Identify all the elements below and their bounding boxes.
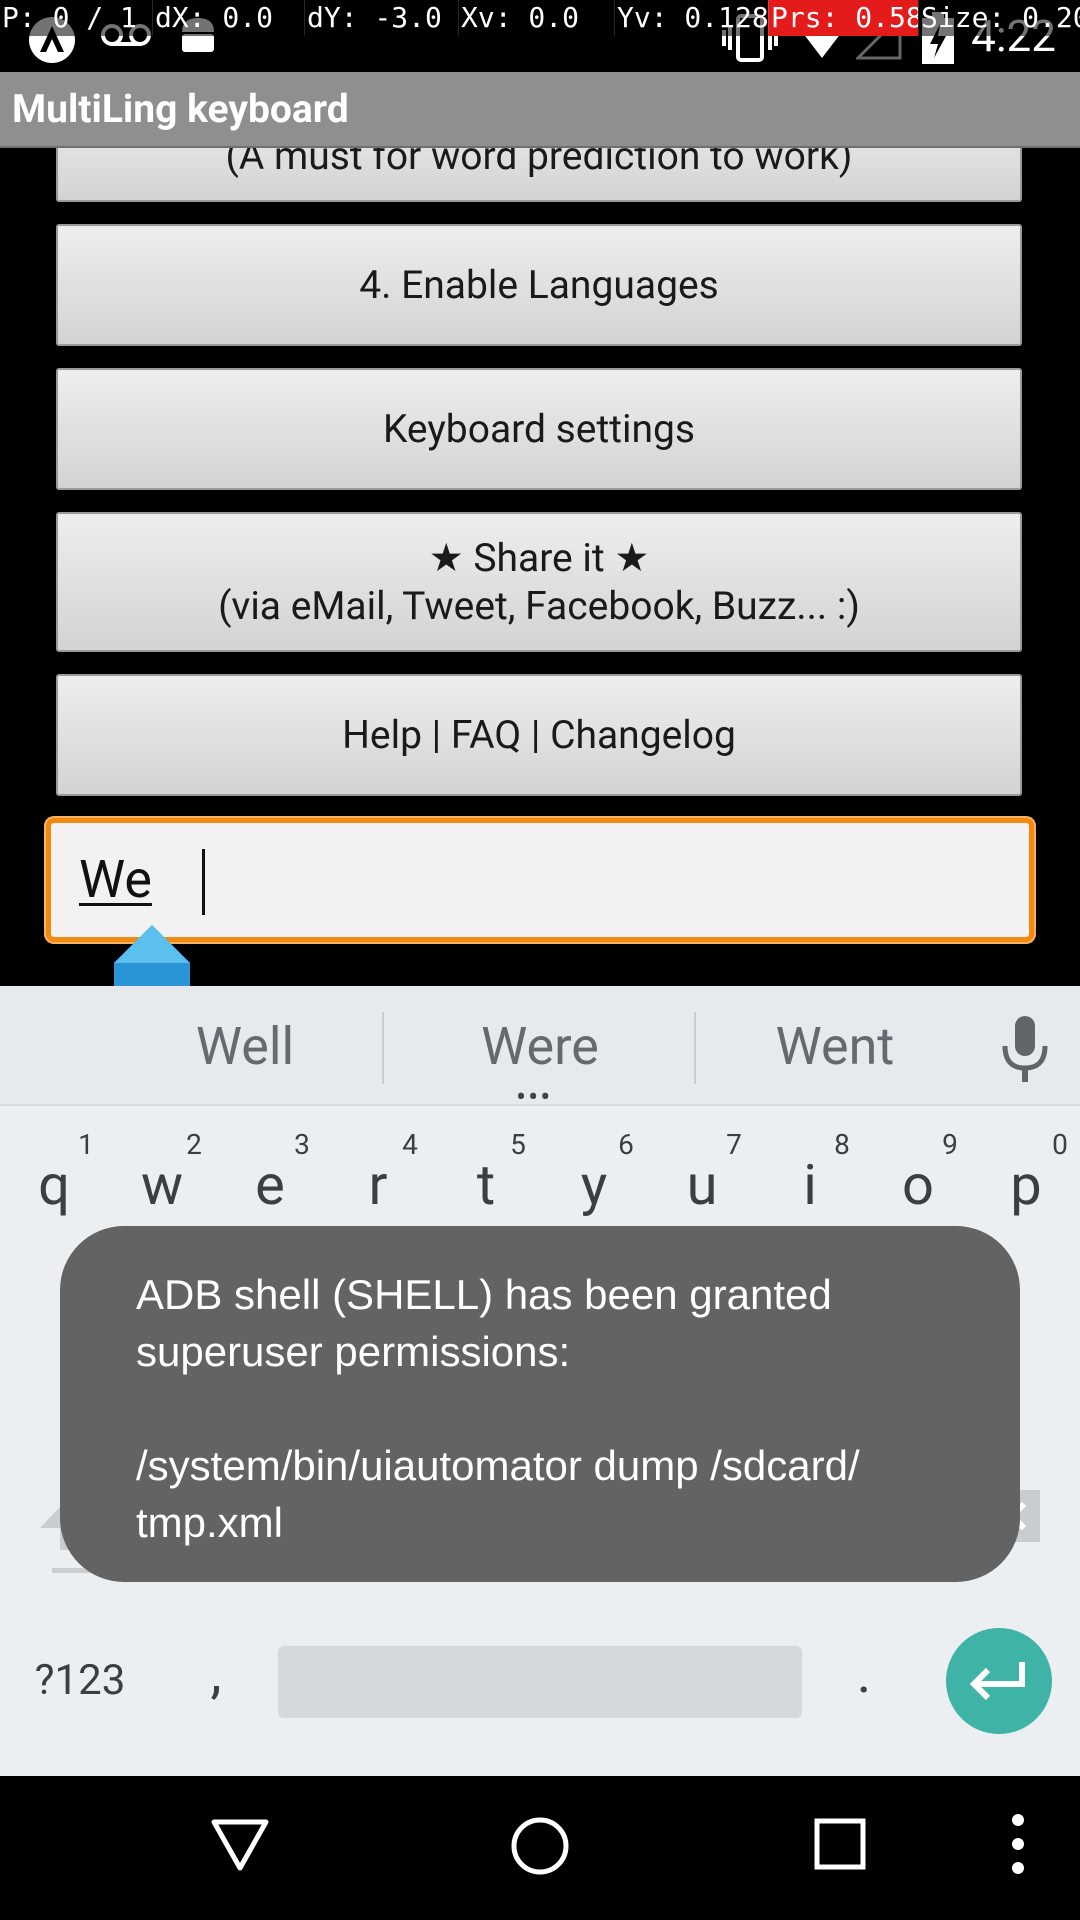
pointer-pressure: Prs: 0.58 <box>768 0 918 36</box>
toast-line-3: /system/bin/uiautomator dump /sdcard/ <box>136 1442 860 1489</box>
text-input[interactable]: We <box>46 818 1034 942</box>
suggestion-strip: Well Were Went ••• <box>0 986 1080 1113</box>
help-faq-button[interactable]: Help | FAQ | Changelog <box>56 674 1022 796</box>
pointer-size: Size: 0.20 <box>918 0 1080 36</box>
app-title: MultiLing keyboard <box>12 86 349 132</box>
pointer-count: P: 0 / 1 <box>2 1 137 34</box>
enable-languages-button[interactable]: 4. Enable Languages <box>56 224 1022 346</box>
key-period[interactable]: . <box>824 1640 904 1706</box>
enter-button[interactable] <box>946 1628 1052 1734</box>
home-icon[interactable] <box>510 1816 570 1876</box>
suggestion-divider <box>382 1012 384 1084</box>
text-input-value: We <box>79 849 152 910</box>
keyboard-settings-button[interactable]: Keyboard settings <box>56 368 1022 490</box>
share-label-line1: ★ Share it ★ <box>428 535 650 581</box>
key-r[interactable]: r <box>338 1152 418 1218</box>
pointer-dy: dY: -3.0 <box>304 0 458 36</box>
enable-languages-label: 4. Enable Languages <box>359 262 719 308</box>
suggestion-3[interactable]: Went <box>730 1016 940 1077</box>
keyboard-settings-label: Keyboard settings <box>382 406 696 452</box>
enter-icon <box>969 1662 1025 1701</box>
spacebar[interactable] <box>278 1646 802 1718</box>
navigation-bar <box>0 1776 1080 1920</box>
toast-spacer <box>136 1380 1020 1437</box>
suggestion-1[interactable]: Well <box>140 1016 350 1077</box>
microphone-icon[interactable] <box>1000 1014 1050 1086</box>
key-p[interactable]: p <box>986 1152 1066 1218</box>
key-t[interactable]: t <box>446 1152 526 1218</box>
toast-line-1: ADB shell (SHELL) has been granted <box>136 1271 832 1318</box>
overflow-menu-icon[interactable] <box>1010 1812 1026 1876</box>
superuser-toast: ADB shell (SHELL) has been granted super… <box>60 1226 1020 1582</box>
key-w[interactable]: w <box>122 1152 202 1218</box>
pointer-dx: dX: 0.0 <box>152 0 304 36</box>
key-e[interactable]: e <box>230 1152 310 1218</box>
more-suggestions-icon[interactable]: ••• <box>516 1083 552 1113</box>
share-button[interactable]: ★ Share it ★ (via eMail, Tweet, Facebook… <box>56 512 1022 652</box>
key-u[interactable]: u <box>662 1152 742 1218</box>
recents-icon[interactable] <box>814 1818 866 1870</box>
key-o[interactable]: o <box>878 1152 958 1218</box>
key-q[interactable]: q <box>14 1152 94 1218</box>
pointer-yv: Yv: 0.128 <box>614 0 768 36</box>
pointer-location-overlay: P: 0 / 1 dX: 0.0 dY: -3.0 Xv: 0.0 Yv: 0.… <box>0 0 1080 36</box>
toast-line-2: superuser permissions: <box>136 1328 571 1375</box>
key-comma[interactable]: , <box>176 1640 256 1706</box>
text-cursor <box>202 849 205 915</box>
help-faq-label: Help | FAQ | Changelog <box>342 712 736 758</box>
action-bar: MultiLing keyboard <box>0 72 1080 148</box>
share-label-line2: (via eMail, Tweet, Facebook, Buzz... :) <box>218 583 860 629</box>
key-i[interactable]: i <box>770 1152 850 1218</box>
suggestion-divider <box>694 1012 696 1084</box>
symbols-key[interactable]: ?123 <box>20 1656 140 1705</box>
back-icon[interactable] <box>210 1816 270 1872</box>
toast-line-4: tmp.xml <box>136 1499 283 1546</box>
pointer-xv: Xv: 0.0 <box>458 0 614 36</box>
suggestion-2[interactable]: Were <box>430 1016 650 1077</box>
key-y[interactable]: y <box>554 1152 634 1218</box>
